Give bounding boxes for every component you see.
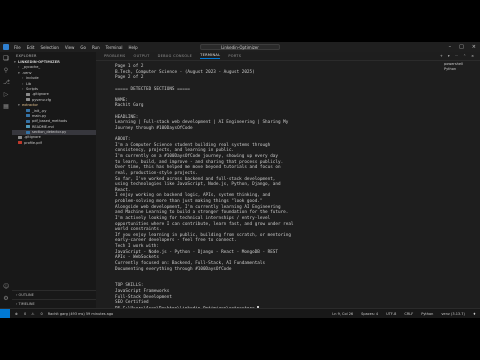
errors-value: 0 — [24, 312, 27, 316]
menu-go[interactable]: Go — [80, 45, 86, 50]
tree-item-label: section_detector.py — [32, 130, 67, 135]
explorer-icon[interactable]: ❏ — [3, 56, 9, 62]
tree-item-label: .gitignore — [32, 92, 49, 97]
terminal-list-item[interactable]: Python — [440, 67, 480, 72]
bell-icon[interactable]: ♦ — [473, 312, 476, 316]
timeline-label: TIMELINE — [18, 302, 35, 306]
tree-item-label: profile.pdf — [24, 140, 42, 145]
tab-problems[interactable]: PROBLEMS — [104, 54, 126, 58]
tree-item-label: pdf_based_methods — [32, 119, 68, 124]
timeline-section[interactable]: › TIMELINE — [12, 299, 96, 308]
terminal-output[interactable]: Page 1 of 2 B.Tech, Computer Science - (A… — [115, 64, 415, 312]
terminal-list: powershell Python — [440, 62, 480, 72]
panel-actions: + ▾ ⋯ ⌃ × — [435, 54, 474, 58]
panel-tabs: PROBLEMS OUTPUT DEBUG CONSOLE TERMINAL P… — [96, 52, 480, 61]
warnings-value: 0 — [40, 312, 43, 316]
tree-item-label: .venv — [22, 70, 32, 75]
menu-file[interactable]: File — [14, 45, 21, 50]
close-icon[interactable]: × — [472, 44, 476, 50]
tree-item-label: extractor — [22, 103, 38, 108]
outline-section[interactable]: › OUTLINE — [12, 290, 96, 299]
menu-bar: File Edit Selection View Go Run Terminal… — [14, 45, 144, 50]
warnings-count[interactable]: ⚠ 0 — [31, 312, 43, 316]
window-controls: – □ × — [441, 44, 476, 50]
vscode-window: File Edit Selection View Go Run Terminal… — [0, 42, 480, 318]
markdown-file-icon — [26, 125, 30, 129]
menu-help[interactable]: Help — [129, 45, 138, 50]
tree-item-label: _init_.py — [32, 108, 47, 113]
maximize-icon[interactable]: □ — [459, 44, 464, 50]
more-icon[interactable]: ⋯ — [455, 54, 459, 58]
last-command-status[interactable]: Rachit garg (493 ms) 59 minutes ago — [48, 312, 113, 316]
outline-label: OUTLINE — [18, 293, 34, 297]
chevron-down-icon[interactable]: ▾ — [448, 54, 450, 58]
menu-view[interactable]: View — [65, 45, 75, 50]
tab-debug-console[interactable]: DEBUG CONSOLE — [158, 54, 193, 58]
tree-item-label: include — [26, 76, 39, 81]
menu-terminal[interactable]: Terminal — [106, 45, 123, 50]
python-file-icon — [26, 109, 30, 113]
tree-item-profile-pdf[interactable]: profile.pdf — [12, 141, 96, 146]
vscode-logo-icon — [3, 44, 9, 50]
gear-icon[interactable]: ⚙ — [3, 296, 9, 302]
tree-item-label: .gitignore — [24, 135, 41, 140]
explorer-header: EXPLORER — [16, 54, 37, 58]
pdf-file-icon — [18, 141, 22, 145]
python-file-icon — [26, 119, 30, 123]
command-center-label: Linkedin-Optimizer — [221, 44, 259, 50]
new-terminal-icon[interactable]: + — [440, 54, 443, 58]
project-label: LINKEDIN-OPTIMIZER — [18, 60, 60, 64]
python-interpreter[interactable]: venv (3.13.7) — [441, 312, 465, 316]
search-icon[interactable]: ⚲ — [3, 68, 9, 74]
sidebar-bottom-sections: › OUTLINE › TIMELINE — [12, 290, 96, 308]
encoding[interactable]: UTF-8 — [386, 312, 396, 316]
errors-count[interactable]: ⊗ 0 — [15, 312, 26, 316]
terminal-panel: PROBLEMS OUTPUT DEBUG CONSOLE TERMINAL P… — [96, 52, 480, 311]
tab-terminal[interactable]: TERMINAL — [200, 53, 221, 59]
run-debug-icon[interactable]: ▷ — [3, 92, 9, 98]
line-ending[interactable]: CRLF — [404, 312, 413, 316]
language-mode[interactable]: Python — [421, 312, 433, 316]
tree-item-label: Scripts — [26, 86, 38, 91]
maximize-panel-icon[interactable]: ⌃ — [463, 54, 466, 58]
tree-item-label: README.md — [32, 124, 54, 129]
command-center[interactable]: Linkedin-Optimizer — [200, 44, 280, 50]
remote-indicator-icon[interactable] — [0, 309, 10, 318]
tab-output[interactable]: OUTPUT — [134, 54, 150, 58]
settings-file-icon — [26, 98, 30, 102]
menu-selection[interactable]: Selection — [40, 45, 58, 50]
minimize-icon[interactable]: – — [449, 44, 452, 50]
tree-item-label: pyvenv.cfg — [32, 97, 52, 102]
tab-ports[interactable]: PORTS — [228, 54, 241, 58]
status-right: Ln 9, Col 26 Spaces: 4 UTF-8 CRLF Python… — [324, 312, 476, 316]
file-icon — [18, 135, 22, 139]
python-file-icon — [26, 114, 30, 118]
file-icon — [26, 92, 30, 96]
cursor-position[interactable]: Ln 9, Col 26 — [332, 312, 353, 316]
menu-run[interactable]: Run — [92, 45, 100, 50]
tree-item-label: _pycache_ — [22, 65, 41, 70]
status-bar: ⊗ 0 ⚠ 0 Rachit garg (493 ms) 59 minutes … — [0, 308, 480, 318]
tree-item-label: main.py — [32, 113, 47, 118]
indentation[interactable]: Spaces: 4 — [361, 312, 378, 316]
menu-edit[interactable]: Edit — [27, 45, 35, 50]
python-file-icon — [26, 130, 30, 134]
source-control-icon[interactable]: ⎇ — [3, 80, 10, 86]
explorer-sidebar: EXPLORER ▾ LINKEDIN-OPTIMIZER › _pycache_ … — [12, 52, 97, 308]
tree-item-label: Lib — [26, 81, 32, 86]
extensions-icon[interactable]: ▦ — [3, 104, 9, 110]
close-panel-icon[interactable]: × — [471, 54, 474, 58]
account-icon[interactable]: ☺ — [3, 284, 9, 290]
